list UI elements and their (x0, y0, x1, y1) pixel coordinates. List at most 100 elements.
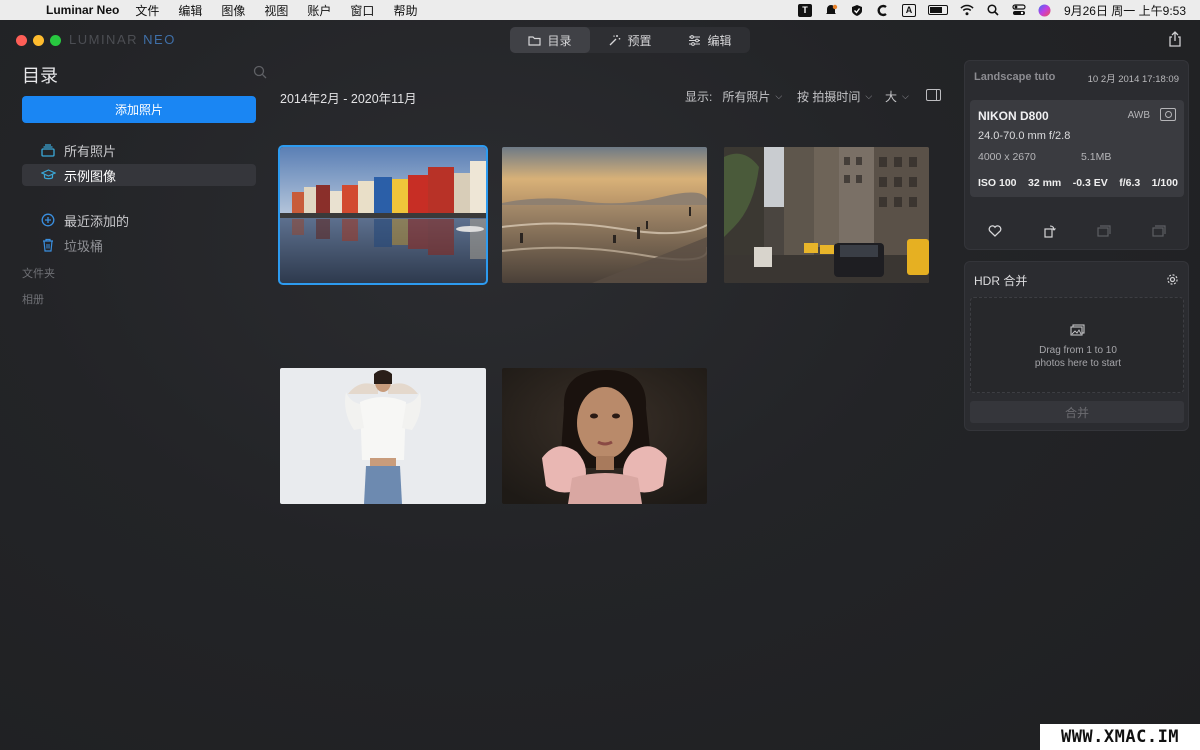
merge-button[interactable]: 合并 (970, 401, 1184, 423)
photo-thumbnail[interactable] (724, 147, 929, 283)
focal-length-value: 32 mm (1027, 177, 1062, 189)
photos-icon (1070, 324, 1085, 336)
beach-sunset (502, 147, 707, 283)
battery-icon[interactable] (927, 5, 948, 15)
window-controls (16, 35, 61, 46)
photo-thumbnail[interactable] (502, 368, 707, 504)
tab-catalog-label: 目录 (547, 33, 572, 48)
chevron-down-icon: ⌵ (775, 91, 783, 101)
camera-model: NIKON D800 (978, 109, 1049, 123)
duplicate-icon[interactable] (1152, 224, 1166, 238)
city-street-taxis (724, 147, 929, 283)
c-icon[interactable] (876, 4, 890, 17)
gear-icon[interactable] (1166, 273, 1179, 286)
sidebar-item-label: 垃圾桶 (64, 238, 104, 254)
watermark: WWW.XMAC.IM (1040, 724, 1200, 750)
share-icon[interactable] (1168, 31, 1182, 47)
info-actions (965, 224, 1190, 242)
white-balance: AWB (1127, 110, 1150, 121)
rotate-icon[interactable] (1043, 224, 1057, 238)
sidebar-search-icon[interactable] (253, 65, 267, 79)
zoom-window-button[interactable] (50, 35, 61, 46)
tab-edit-label: 编辑 (707, 33, 732, 48)
photo-thumbnail[interactable] (280, 368, 486, 504)
t-icon[interactable]: T (797, 3, 812, 17)
photo-info-card: Landscape tuto 10 2月 2014 17:18:09 NIKON… (964, 60, 1189, 250)
menu-view[interactable]: 视图 (264, 2, 288, 19)
trash-icon (40, 237, 56, 253)
close-window-button[interactable] (16, 35, 27, 46)
sort-value: 按 拍摄时间 (797, 90, 861, 104)
shield-icon[interactable] (850, 4, 864, 17)
thumbnail-size-dropdown[interactable]: 大 ⌵ (885, 88, 909, 105)
logo-luminar: LUMINAR (69, 32, 139, 47)
minimize-window-button[interactable] (33, 35, 44, 46)
woman-portrait-pink (502, 368, 707, 504)
hdr-drop-zone[interactable]: Drag from 1 to 10 photos here to start (970, 297, 1184, 393)
file-size: 5.1MB (1081, 151, 1112, 163)
sidebar-item-all-photos[interactable]: 所有照片 (22, 139, 256, 161)
tab-presets-label: 预置 (627, 33, 652, 48)
menu-edit[interactable]: 编辑 (178, 2, 202, 19)
menu-app-name[interactable]: Luminar Neo (46, 3, 119, 17)
aperture-value: f/6.3 (1119, 177, 1141, 189)
plus-circle-icon (40, 212, 56, 228)
photo-thumbnail[interactable] (502, 147, 707, 283)
drop-instructions: Drag from 1 to 10 photos here to start (971, 344, 1185, 370)
siri-icon[interactable] (1038, 4, 1052, 17)
sidebar-title: 目录 (22, 66, 58, 86)
heart-icon[interactable] (988, 224, 1002, 238)
camera-icon (1160, 108, 1176, 121)
app-logo: LUMINAR NEO (69, 32, 176, 47)
photos-stack-icon (40, 142, 56, 158)
search-icon[interactable] (986, 4, 1000, 17)
section-folders[interactable]: 文件夹 (22, 265, 55, 281)
menu-file[interactable]: 文件 (135, 2, 159, 19)
tab-edit[interactable]: 编辑 (670, 27, 750, 53)
menu-image[interactable]: 图像 (221, 2, 245, 19)
sidebar-item-recently-added[interactable]: 最近添加的 (22, 209, 256, 231)
sidebar-item-sample-images[interactable]: 示例图像 (22, 164, 256, 186)
logo-neo: NEO (143, 32, 176, 47)
wifi-icon[interactable] (960, 4, 974, 17)
compare-icon[interactable] (1097, 224, 1111, 238)
show-label: 显示: (685, 90, 713, 104)
menu-help[interactable]: 帮助 (393, 2, 417, 19)
sort-dropdown[interactable]: 按 拍摄时间 ⌵ (797, 88, 872, 105)
sliders-icon (689, 34, 701, 46)
sidebar-item-label: 示例图像 (64, 168, 117, 184)
tab-presets[interactable]: 预置 (590, 27, 670, 53)
a-icon[interactable]: A (901, 3, 916, 17)
notification-icon[interactable] (824, 4, 838, 17)
control-center-icon[interactable] (1012, 4, 1026, 17)
exposure-comp-value: -0.3 EV (1072, 177, 1108, 189)
menu-account[interactable]: 账户 (307, 2, 331, 19)
capture-date: 10 2月 2014 17:18:09 (1087, 74, 1179, 85)
drop-line-1: Drag from 1 to 10 (1039, 345, 1117, 356)
iso-value: ISO 100 (978, 177, 1017, 189)
date-range-label: 2014年2月 - 2020年11月 (280, 92, 417, 106)
exif-row: ISO 100 32 mm -0.3 EV f/6.3 1/100 (978, 177, 1178, 189)
chevron-down-icon: ⌵ (902, 91, 909, 101)
menu-window[interactable]: 窗口 (350, 2, 374, 19)
photo-thumbnail[interactable] (278, 145, 488, 285)
colorful-harbor-houses (280, 147, 486, 283)
sidebar-item-label: 所有照片 (64, 143, 117, 159)
file-name: Landscape tuto (974, 71, 1056, 83)
add-photos-button[interactable]: 添加照片 (22, 96, 256, 123)
show-filter[interactable]: 显示: 所有照片 ⌵ (685, 88, 782, 105)
toggle-panel-icon[interactable] (926, 89, 941, 101)
hdr-title: HDR 合并 (974, 274, 1028, 288)
folder-icon (528, 35, 542, 46)
exif-box: NIKON D800 AWB 24.0-70.0 mm f/2.8 4000 x… (970, 100, 1184, 197)
show-value: 所有照片 (722, 90, 771, 104)
size-value: 大 (885, 90, 898, 104)
graduation-cap-icon (40, 167, 56, 183)
tab-catalog[interactable]: 目录 (510, 27, 590, 53)
section-albums[interactable]: 相册 (22, 291, 44, 307)
chevron-down-icon: ⌵ (865, 91, 873, 101)
app-window: LUMINAR NEO 目录 预置 编辑 目录 添加照片 所有照片 示例图像 最… (0, 20, 1200, 750)
menubar-clock[interactable]: 9月26日 周一 上午9:53 (1064, 2, 1186, 19)
sidebar-item-trash[interactable]: 垃圾桶 (22, 234, 256, 256)
hdr-merge-card: HDR 合并 Drag from 1 to 10 photos here to … (964, 261, 1189, 431)
